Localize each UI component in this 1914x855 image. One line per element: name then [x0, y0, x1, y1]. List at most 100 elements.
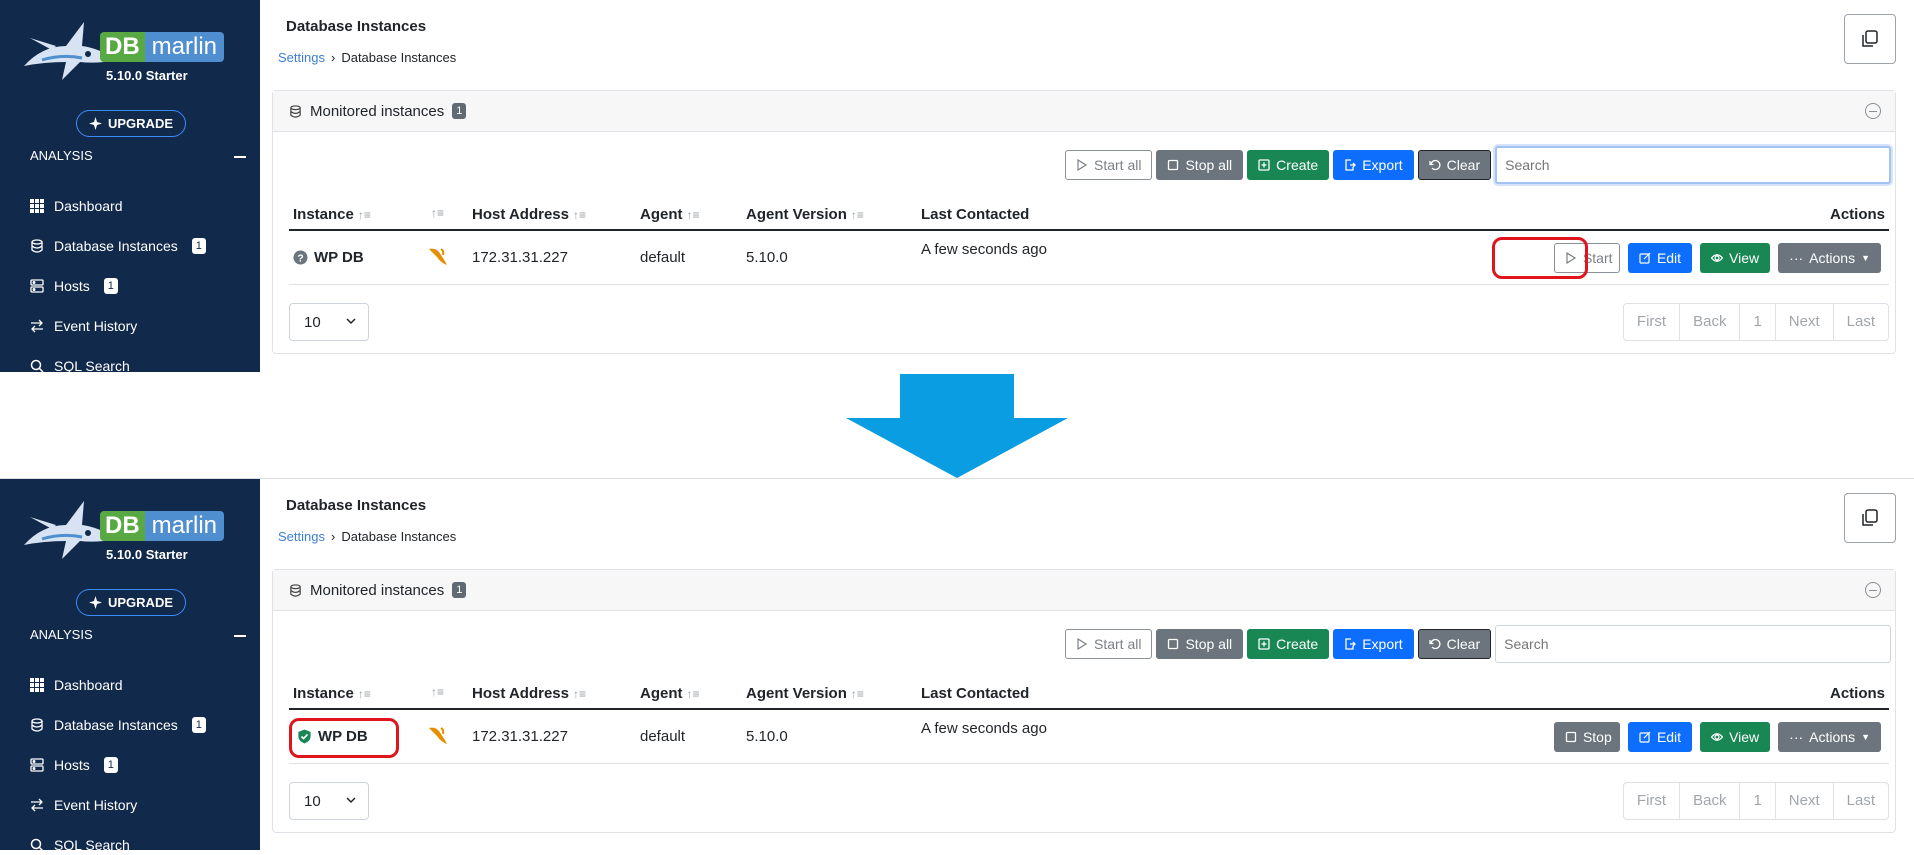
sparkle-icon [89, 596, 102, 609]
column-host-address[interactable]: Host Address ↑≡ [472, 685, 586, 702]
column-agent-version[interactable]: Agent Version ↑≡ [746, 206, 864, 223]
button-label: Edit [1656, 729, 1682, 745]
breadcrumb-settings[interactable]: Settings [278, 50, 325, 65]
sidebar-item-label: Dashboard [54, 677, 123, 693]
highlight-annotation [1492, 237, 1588, 279]
table-row[interactable]: ? WP DB 172.31.31.227 default 5.10.0 A f… [289, 231, 1889, 285]
breadcrumb-settings[interactable]: Settings [278, 529, 325, 544]
stop-icon [1168, 159, 1179, 171]
upgrade-button[interactable]: UPGRADE [76, 589, 187, 616]
sidebar-item-database-instances[interactable]: Database Instances 1 [30, 226, 250, 266]
column-host-address[interactable]: Host Address ↑≡ [472, 206, 586, 223]
actions-dropdown[interactable]: ··· Actions ▼ [1778, 243, 1881, 273]
sort-icon[interactable]: ↑≡ [358, 208, 371, 222]
sidebar-item-event-history[interactable]: Event History [30, 306, 250, 346]
agent-version-cell: 5.10.0 [746, 249, 788, 266]
export-button[interactable]: Export [1333, 629, 1414, 659]
stop-all-button[interactable]: Stop all [1156, 629, 1244, 659]
page-size-select[interactable]: 10 [289, 782, 369, 820]
create-button[interactable]: Create [1247, 629, 1330, 659]
sort-icon[interactable]: ↑≡ [431, 206, 444, 220]
stop-icon [1565, 731, 1577, 743]
dbmarlin-logo[interactable]: DB marlin 5.10.0 Starter [22, 493, 225, 565]
page-back[interactable]: Back [1680, 783, 1741, 819]
upgrade-button[interactable]: UPGRADE [76, 110, 187, 137]
page-last[interactable]: Last [1834, 783, 1888, 819]
page-first[interactable]: First [1624, 304, 1681, 340]
collapse-minus-icon[interactable] [234, 635, 246, 637]
sort-icon[interactable]: ↑≡ [573, 208, 586, 222]
export-icon [1345, 638, 1357, 650]
sort-icon[interactable]: ↑≡ [687, 208, 700, 222]
dbmarlin-logo[interactable]: DB marlin 5.10.0 Starter [22, 14, 225, 86]
row-actions: Start Edit View ··· Actions ▼ [1553, 243, 1881, 273]
copy-button[interactable] [1844, 14, 1896, 64]
clear-button[interactable]: Clear [1417, 629, 1492, 659]
chevron-down-icon [346, 318, 356, 325]
page-number[interactable]: 1 [1740, 783, 1776, 819]
column-agent[interactable]: Agent ↑≡ [640, 685, 700, 702]
sidebar-item-hosts[interactable]: Hosts 1 [30, 745, 250, 785]
search-input[interactable] [1495, 146, 1892, 184]
sort-icon[interactable]: ↑≡ [687, 687, 700, 701]
ellipsis-icon: ··· [1789, 250, 1804, 266]
table-row[interactable]: WP DB 172.31.31.227 default 5.10.0 A few… [289, 710, 1889, 764]
stop-button[interactable]: Stop [1553, 722, 1620, 752]
sort-icon[interactable]: ↑≡ [851, 208, 864, 222]
page-number[interactable]: 1 [1740, 304, 1776, 340]
arrows-exchange-icon [31, 798, 43, 812]
sort-icon[interactable]: ↑≡ [431, 685, 444, 699]
column-agent-version[interactable]: Agent Version ↑≡ [746, 685, 864, 702]
page-first[interactable]: First [1624, 783, 1681, 819]
collapse-circle-icon[interactable] [1865, 582, 1881, 598]
column-type[interactable]: ↑≡ [431, 206, 444, 220]
edit-button[interactable]: Edit [1627, 243, 1693, 273]
start-all-button[interactable]: Start all [1065, 629, 1153, 659]
grid-icon [30, 199, 44, 213]
sidebar-item-database-instances[interactable]: Database Instances 1 [30, 705, 250, 745]
view-button[interactable]: View [1700, 722, 1771, 752]
column-instance[interactable]: Instance ↑≡ [293, 685, 371, 702]
sidebar-item-event-history[interactable]: Event History [30, 785, 250, 825]
analysis-section-header[interactable]: ANALYSIS [30, 627, 246, 642]
sort-icon[interactable]: ↑≡ [851, 687, 864, 701]
sidebar-item-dashboard[interactable]: Dashboard [30, 186, 250, 226]
count-badge: 1 [191, 238, 206, 254]
breadcrumb-current: Database Instances [341, 529, 457, 544]
collapse-circle-icon[interactable] [1865, 103, 1881, 119]
agent-cell: default [640, 249, 686, 266]
column-type[interactable]: ↑≡ [431, 685, 444, 699]
page-next[interactable]: Next [1776, 304, 1834, 340]
stop-all-button[interactable]: Stop all [1156, 150, 1244, 180]
page-last[interactable]: Last [1834, 304, 1888, 340]
sidebar-item-label: SQL Search [54, 837, 130, 850]
clear-button[interactable]: Clear [1417, 150, 1492, 180]
pagination: First Back 1 Next Last [1622, 782, 1889, 820]
page-size-select[interactable]: 10 [289, 303, 369, 341]
sidebar-item-sql-search[interactable]: SQL Search [30, 346, 250, 372]
sort-icon[interactable]: ↑≡ [358, 687, 371, 701]
copy-button[interactable] [1844, 493, 1896, 543]
column-instance[interactable]: Instance ↑≡ [293, 206, 371, 223]
search-input[interactable] [1495, 625, 1892, 663]
export-button[interactable]: Export [1333, 150, 1414, 180]
analysis-section-header[interactable]: ANALYSIS [30, 148, 246, 163]
sort-icon[interactable]: ↑≡ [573, 687, 586, 701]
sidebar-item-sql-search[interactable]: SQL Search [30, 825, 250, 850]
server-icon [30, 279, 44, 293]
page-next[interactable]: Next [1776, 783, 1834, 819]
collapse-minus-icon[interactable] [234, 156, 246, 158]
edit-button[interactable]: Edit [1627, 722, 1693, 752]
page-back[interactable]: Back [1680, 304, 1741, 340]
sidebar-item-hosts[interactable]: Hosts 1 [30, 266, 250, 306]
grid-icon [30, 678, 44, 692]
instance-cell[interactable]: ? WP DB [293, 249, 364, 266]
view-button[interactable]: View [1700, 243, 1771, 273]
version-label: 5.10.0 Starter [106, 68, 188, 83]
sidebar-item-dashboard[interactable]: Dashboard [30, 665, 250, 705]
create-button[interactable]: Create [1247, 150, 1330, 180]
brand-marlin: marlin [144, 511, 225, 541]
column-agent[interactable]: Agent ↑≡ [640, 206, 700, 223]
actions-dropdown[interactable]: ··· Actions ▼ [1778, 722, 1881, 752]
start-all-button[interactable]: Start all [1065, 150, 1153, 180]
